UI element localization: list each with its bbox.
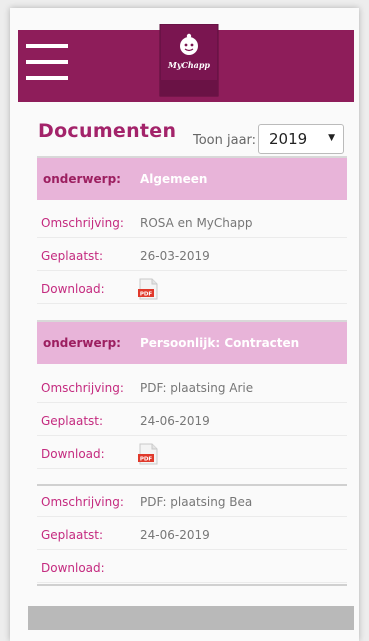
date-label: Geplaatst: [41, 414, 104, 428]
section-value: Persoonlijk: Contracten [140, 336, 300, 350]
document-description-row: Omschrijving: ROSA en MyChapp [37, 208, 347, 238]
description-label: Omschrijving: [41, 216, 124, 230]
document-description-row: Omschrijving: PDF: plaatsing Arie [37, 373, 347, 403]
logo-text: MyChapp [167, 60, 210, 70]
chevron-down-icon: ▼ [328, 133, 335, 143]
document-date-row: Geplaatst: 24-06-2019 [37, 406, 347, 436]
description-value: ROSA en MyChapp [140, 216, 253, 230]
hamburger-menu-icon[interactable] [26, 44, 68, 82]
description-label: Omschrijving: [41, 381, 124, 395]
svg-text:PDF: PDF [140, 456, 153, 462]
description-value: PDF: plaatsing Bea [140, 495, 253, 509]
footer-bar [28, 606, 354, 630]
date-value: 24-06-2019 [140, 528, 210, 542]
top-bar: MyChapp [18, 24, 354, 102]
document-download-row: Download: PDF [37, 439, 347, 469]
section-header: onderwerp: Algemeen [37, 156, 347, 200]
download-label: Download: [41, 447, 105, 461]
pdf-icon[interactable]: PDF [137, 278, 159, 300]
svg-text:PDF: PDF [140, 291, 153, 297]
description-value: PDF: plaatsing Arie [140, 381, 254, 395]
pdf-icon[interactable]: PDF [137, 443, 159, 465]
section-key: onderwerp: [43, 336, 121, 350]
date-label: Geplaatst: [41, 249, 104, 263]
download-label: Download: [41, 282, 105, 296]
year-select[interactable]: 2019 ▼ [258, 124, 344, 154]
section-key: onderwerp: [43, 172, 121, 186]
date-value: 26-03-2019 [140, 249, 210, 263]
document-divider [37, 484, 347, 486]
document-download-row: Download: [37, 553, 347, 583]
mychapp-logo: MyChapp [159, 24, 219, 97]
section-header: onderwerp: Persoonlijk: Contracten [37, 320, 347, 364]
page-title: Documenten [38, 120, 177, 142]
date-value: 24-06-2019 [140, 414, 210, 428]
document-date-row: Geplaatst: 26-03-2019 [37, 241, 347, 271]
document-date-row: Geplaatst: 24-06-2019 [37, 520, 347, 550]
date-label: Geplaatst: [41, 528, 104, 542]
description-label: Omschrijving: [41, 495, 124, 509]
section-value: Algemeen [140, 172, 208, 186]
document-description-row: Omschrijving: PDF: plaatsing Bea [37, 487, 347, 517]
year-select-value: 2019 [269, 130, 308, 148]
year-label: Toon jaar: [193, 133, 257, 148]
document-download-row: Download: PDF [37, 274, 347, 304]
download-label: Download: [41, 561, 105, 575]
document-divider [37, 584, 347, 586]
